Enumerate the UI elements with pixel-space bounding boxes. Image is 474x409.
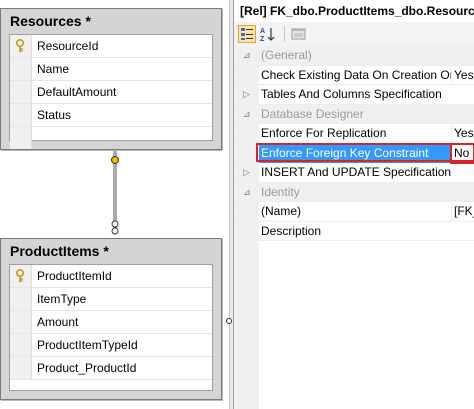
svg-text:Z: Z bbox=[260, 36, 265, 43]
collapse-icon[interactable]: ⊿ bbox=[243, 187, 251, 198]
column-row-empty[interactable] bbox=[10, 127, 212, 149]
property-value-dropdown[interactable]: No bbox=[450, 142, 474, 164]
column-row[interactable]: ResourceId bbox=[10, 35, 212, 58]
column-name: ProductItemTypeId bbox=[37, 338, 138, 352]
property-value[interactable]: Yes bbox=[451, 124, 474, 143]
column-row[interactable]: ProductItemId bbox=[10, 265, 212, 288]
category-label: (General) bbox=[261, 48, 312, 62]
column-row[interactable]: ItemType bbox=[10, 288, 212, 311]
properties-panel: [Rel] FK_dbo.ProductItems_dbo.Resources_… bbox=[233, 0, 474, 409]
property-row[interactable]: (Name) [FK_ bbox=[234, 202, 474, 222]
table-title[interactable]: ProductItems * bbox=[1, 239, 221, 264]
diagram-surface[interactable]: Resources * ResourceId Name DefaultAmoun… bbox=[0, 0, 229, 409]
column-name: Product_ProductId bbox=[37, 361, 137, 375]
column-name: ResourceId bbox=[37, 39, 99, 53]
table-resources[interactable]: Resources * ResourceId Name DefaultAmoun… bbox=[0, 8, 222, 150]
alphabetical-button[interactable]: A Z bbox=[259, 25, 277, 43]
splitter-handle-icon bbox=[226, 318, 232, 324]
column-name: Name bbox=[37, 62, 70, 76]
key-icon bbox=[16, 39, 24, 52]
category-label: Database Designer bbox=[261, 106, 364, 121]
collapse-icon[interactable]: ⊿ bbox=[243, 109, 251, 120]
toolbar-separator bbox=[284, 26, 285, 42]
column-name: Amount bbox=[37, 315, 79, 329]
category-label: Identity bbox=[261, 184, 300, 199]
property-row[interactable]: Check Existing Data On Creation Or Yes bbox=[234, 65, 474, 85]
property-grid: ⊿ (General) Check Existing Data On Creat… bbox=[234, 46, 474, 409]
properties-header: [Rel] FK_dbo.ProductItems_dbo.Resources_ bbox=[234, 0, 474, 22]
column-row[interactable]: DefaultAmount bbox=[10, 81, 212, 104]
collapse-icon[interactable]: ⊿ bbox=[243, 50, 251, 61]
column-row[interactable]: Amount bbox=[10, 311, 212, 334]
property-name: Check Existing Data On Creation Or bbox=[261, 67, 451, 82]
property-row-selected[interactable]: Enforce Foreign Key Constraint No bbox=[234, 142, 474, 164]
column-name: ItemType bbox=[37, 292, 87, 306]
property-name: Tables And Columns Specification bbox=[261, 87, 442, 101]
column-name: DefaultAmount bbox=[37, 85, 117, 99]
one-end-key-icon bbox=[111, 156, 119, 164]
column-row[interactable]: Product_ProductId bbox=[10, 357, 212, 380]
column-name: ProductItemId bbox=[37, 269, 112, 283]
property-row[interactable]: Enforce For Replication Yes bbox=[234, 124, 474, 144]
property-name: Enforce Foreign Key Constraint bbox=[259, 143, 451, 163]
property-row[interactable]: ▷ Tables And Columns Specification bbox=[234, 85, 474, 105]
property-row[interactable]: Description bbox=[234, 221, 474, 241]
alphabetical-icon: A Z bbox=[260, 28, 275, 43]
property-name: Enforce For Replication bbox=[261, 126, 387, 140]
category-database-designer[interactable]: ⊿ Database Designer bbox=[234, 104, 474, 124]
property-name: (Name) bbox=[261, 204, 302, 218]
column-name: Status bbox=[37, 108, 72, 122]
svg-text:A: A bbox=[260, 28, 265, 35]
property-value[interactable]: [FK_ bbox=[451, 202, 474, 221]
many-end-icon bbox=[111, 220, 119, 228]
column-list: ProductItemId ItemType Amount ProductIte… bbox=[9, 264, 213, 391]
property-pages-icon bbox=[291, 28, 306, 40]
grid-gutter bbox=[234, 232, 259, 409]
column-list: ResourceId Name DefaultAmount Status bbox=[9, 34, 213, 149]
properties-toolbar: A Z bbox=[234, 22, 474, 47]
property-pages-button[interactable] bbox=[290, 25, 308, 43]
categorized-icon bbox=[241, 28, 253, 40]
column-row[interactable]: Status bbox=[10, 104, 212, 127]
table-title[interactable]: Resources * bbox=[1, 9, 221, 34]
property-value[interactable]: Yes bbox=[451, 65, 474, 85]
expand-icon[interactable]: ▷ bbox=[243, 89, 250, 100]
property-name: Description bbox=[261, 223, 322, 238]
property-name: INSERT And UPDATE Specification bbox=[261, 165, 451, 179]
category-general[interactable]: ⊿ (General) bbox=[234, 46, 474, 66]
property-row[interactable]: ▷ INSERT And UPDATE Specification bbox=[234, 163, 474, 183]
column-row[interactable]: Name bbox=[10, 58, 212, 81]
key-icon bbox=[16, 269, 24, 282]
categorized-button[interactable] bbox=[238, 25, 256, 43]
column-row[interactable]: ProductItemTypeId bbox=[10, 334, 212, 357]
table-productitems[interactable]: ProductItems * ProductItemId ItemType Am… bbox=[0, 238, 222, 400]
expand-icon[interactable]: ▷ bbox=[243, 167, 250, 178]
category-identity[interactable]: ⊿ Identity bbox=[234, 182, 474, 202]
